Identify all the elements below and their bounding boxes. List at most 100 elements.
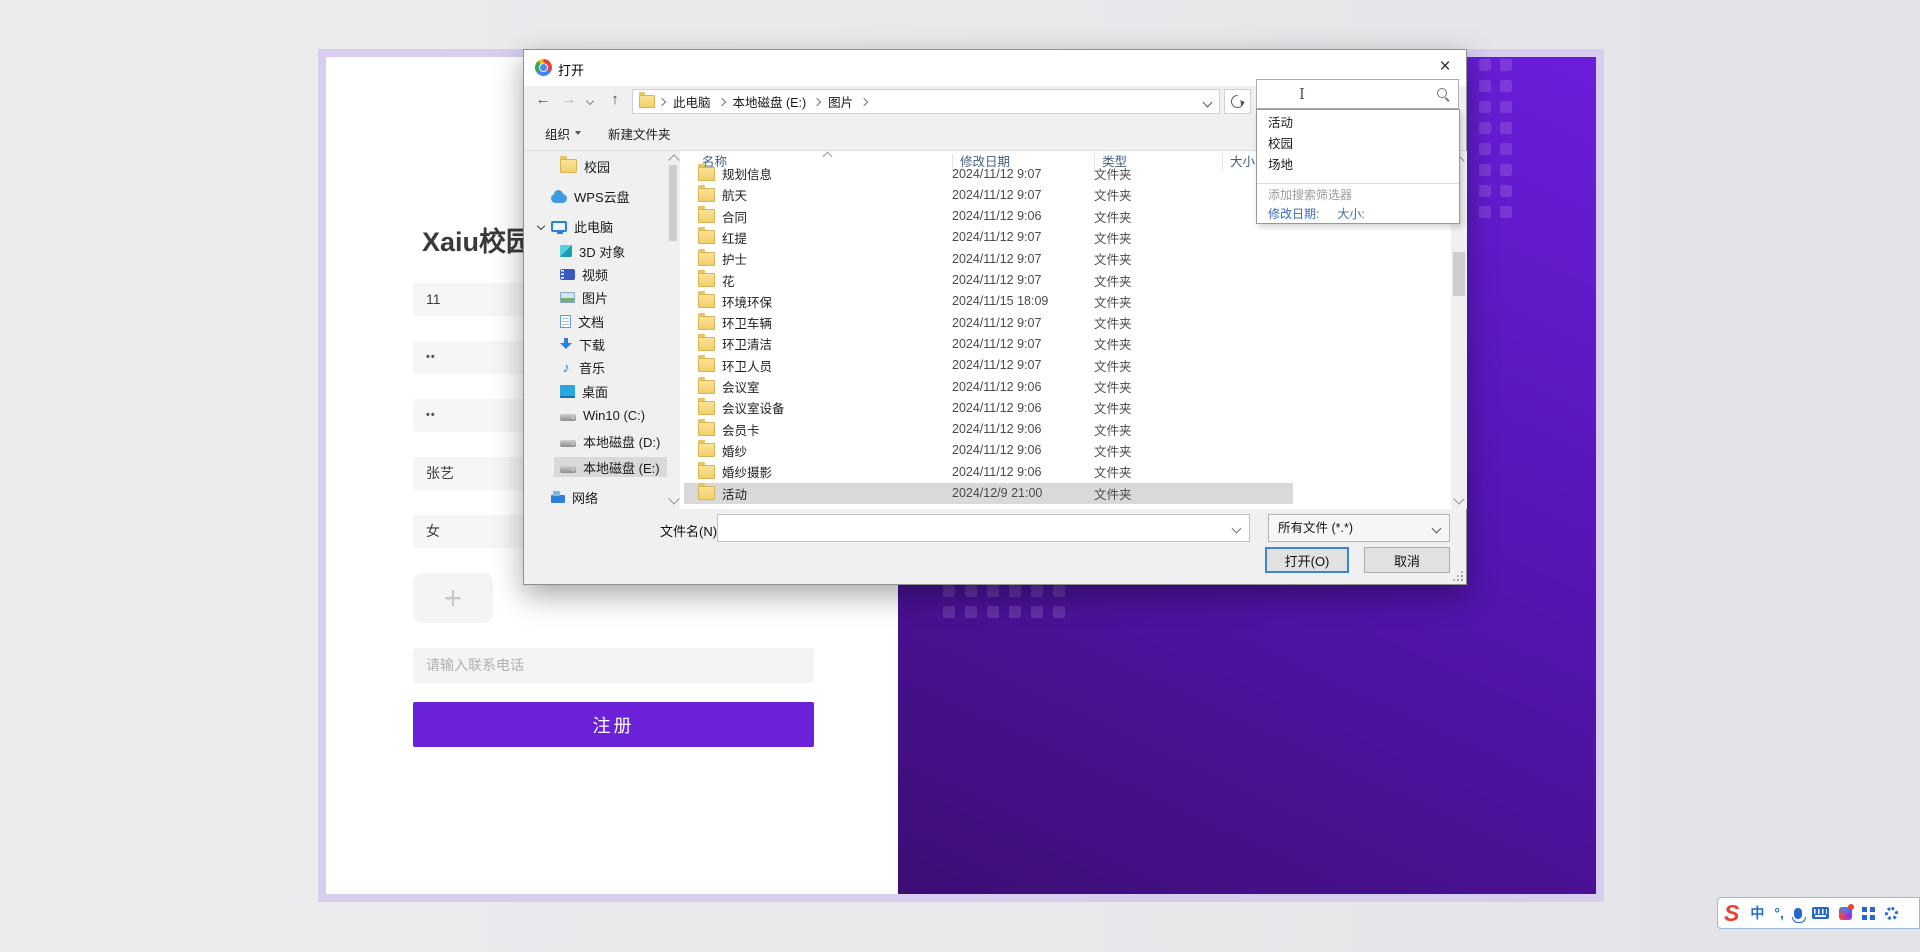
forward-icon[interactable]: →: [558, 86, 580, 114]
file-row-婚纱摄影[interactable]: 婚纱摄影2024/11/12 9:06文件夹: [684, 461, 1293, 482]
search-filter-link[interactable]: 大小:: [1337, 207, 1364, 221]
file-name: 航天: [722, 185, 952, 204]
open-button[interactable]: 打开(O): [1265, 547, 1349, 573]
new-folder-button[interactable]: 新建文件夹: [608, 124, 671, 143]
sidebar-item-网络[interactable]: 网络: [551, 487, 598, 507]
file-row-活动[interactable]: 活动2024/12/9 21:00文件夹: [684, 483, 1293, 504]
filename-input[interactable]: [717, 514, 1250, 542]
upload-photo-button[interactable]: +: [413, 573, 493, 623]
sidebar-item-图片[interactable]: 图片: [560, 287, 608, 307]
sidebar-item-音乐[interactable]: ♪音乐: [560, 357, 605, 377]
scrollbar-thumb[interactable]: [1453, 252, 1465, 296]
sidebar-item-label: 校园: [584, 157, 610, 176]
refresh-button[interactable]: [1224, 89, 1251, 114]
sidebar-scrollbar[interactable]: [667, 151, 679, 509]
sidebar-item-此电脑[interactable]: 此电脑: [551, 216, 613, 236]
skin-icon[interactable]: [1839, 907, 1852, 920]
file-date: 2024/11/12 9:07: [952, 252, 1094, 266]
document-icon: [560, 315, 571, 328]
plus-icon: +: [444, 580, 463, 617]
file-row-花[interactable]: 花2024/11/12 9:07文件夹: [684, 270, 1293, 291]
search-suggestion[interactable]: 活动: [1257, 113, 1459, 134]
settings-icon[interactable]: [1885, 907, 1898, 920]
scroll-down-icon[interactable]: [1453, 493, 1464, 504]
history-chevron-icon[interactable]: [582, 86, 598, 114]
dialog-title: 打开: [558, 60, 584, 79]
soft-keyboard-icon[interactable]: [1812, 907, 1829, 919]
breadcrumb-item[interactable]: 图片: [824, 92, 857, 111]
breadcrumb-separator-icon: [717, 97, 725, 105]
chevron-down-icon[interactable]: [1232, 524, 1242, 534]
search-suggestion[interactable]: 场地: [1257, 155, 1459, 176]
scroll-up-icon[interactable]: [668, 154, 679, 165]
text-cursor: I: [1299, 85, 1305, 103]
file-name: 婚纱: [722, 441, 952, 460]
sidebar-item-本地磁盘 (D:)[interactable]: 本地磁盘 (D:): [560, 431, 660, 451]
file-row-红提[interactable]: 红提2024/11/12 9:07文件夹: [684, 227, 1293, 248]
file-row-会员卡[interactable]: 会员卡2024/11/12 9:06文件夹: [684, 419, 1293, 440]
file-type: 文件夹: [1094, 377, 1212, 396]
sidebar-item-桌面[interactable]: 桌面: [560, 381, 608, 401]
decorative-dot: [1479, 143, 1491, 155]
file-name: 会议室设备: [722, 398, 952, 417]
file-row-护士[interactable]: 护士2024/11/12 9:07文件夹: [684, 248, 1293, 269]
file-row-规划信息[interactable]: 规划信息2024/11/12 9:07文件夹: [684, 163, 1293, 184]
file-row-婚纱[interactable]: 婚纱2024/11/12 9:06文件夹: [684, 440, 1293, 461]
resize-grip[interactable]: [1453, 571, 1463, 581]
back-icon[interactable]: ←: [532, 86, 554, 114]
file-type: 文件夹: [1094, 334, 1212, 353]
file-name: 花: [722, 271, 952, 290]
expand-chevron-icon[interactable]: [537, 222, 545, 230]
drive-icon: [560, 466, 576, 473]
sidebar-item-WPS云盘[interactable]: WPS云盘: [551, 186, 630, 206]
sidebar-item-本地磁盘 (E:)[interactable]: 本地磁盘 (E:): [554, 457, 675, 477]
file-row-环境环保[interactable]: 环境环保2024/11/15 18:09文件夹: [684, 291, 1293, 312]
breadcrumb-separator-icon: [813, 97, 821, 105]
close-icon[interactable]: ×: [1430, 54, 1460, 80]
phone-input[interactable]: 请输入联系电话: [413, 648, 814, 683]
search-suggestion[interactable]: 校园: [1257, 134, 1459, 155]
sidebar-item-下载[interactable]: 下载: [560, 334, 605, 354]
search-input[interactable]: I: [1256, 79, 1459, 109]
breadcrumb-item[interactable]: 此电脑: [669, 92, 715, 111]
sidebar-item-3D 对象[interactable]: 3D 对象: [560, 241, 625, 261]
scroll-down-icon[interactable]: [668, 493, 679, 504]
up-icon[interactable]: ↑: [604, 86, 626, 114]
sidebar-item-视频[interactable]: 视频: [560, 264, 608, 284]
decorative-dot: [987, 585, 999, 597]
cube-icon: [560, 245, 572, 257]
file-row-环卫清洁[interactable]: 环卫清洁2024/11/12 9:07文件夹: [684, 333, 1293, 354]
cancel-button[interactable]: 取消: [1364, 547, 1450, 573]
organize-menu[interactable]: 组织: [545, 124, 581, 143]
file-type: 文件夹: [1094, 398, 1212, 417]
sidebar-item-label: 下载: [579, 335, 605, 354]
decorative-dot: [1500, 80, 1512, 92]
toolbox-icon[interactable]: [1862, 907, 1867, 912]
voice-input-icon[interactable]: [1794, 908, 1802, 919]
sidebar-item-Win10 (C:)[interactable]: Win10 (C:): [560, 405, 645, 425]
address-chevron-icon[interactable]: [1204, 95, 1211, 109]
scrollbar-thumb[interactable]: [669, 165, 677, 241]
file-row-会议室[interactable]: 会议室2024/11/12 9:06文件夹: [684, 376, 1293, 397]
punctuation-mode[interactable]: °,: [1774, 905, 1784, 921]
register-button[interactable]: 注册: [413, 702, 814, 747]
file-row-合同[interactable]: 合同2024/11/12 9:06文件夹: [684, 206, 1293, 227]
address-bar[interactable]: 此电脑本地磁盘 (E:) 图片: [632, 89, 1220, 114]
network-icon: [551, 495, 565, 503]
sidebar-item-文档[interactable]: 文档: [560, 311, 604, 331]
file-name: 婚纱摄影: [722, 462, 952, 481]
sogou-logo[interactable]: S: [1724, 902, 1739, 925]
file-row-航天[interactable]: 航天2024/11/12 9:07文件夹: [684, 184, 1293, 205]
file-row-环卫车辆[interactable]: 环卫车辆2024/11/12 9:07文件夹: [684, 312, 1293, 333]
filetype-select[interactable]: 所有文件 (*.*): [1268, 514, 1450, 542]
file-row-会议室设备[interactable]: 会议室设备2024/11/12 9:06文件夹: [684, 397, 1293, 418]
chinese-mode[interactable]: 中: [1750, 903, 1764, 923]
decorative-dot: [1009, 585, 1021, 597]
decorative-dot: [1500, 59, 1512, 71]
breadcrumb-item[interactable]: 本地磁盘 (E:): [729, 92, 811, 111]
folder-icon: [639, 95, 655, 108]
search-filter-link[interactable]: 修改日期:: [1268, 207, 1319, 221]
sidebar-item-校园[interactable]: 校园: [560, 156, 610, 176]
file-row-环卫人员[interactable]: 环卫人员2024/11/12 9:07文件夹: [684, 355, 1293, 376]
folder-icon: [698, 380, 715, 394]
